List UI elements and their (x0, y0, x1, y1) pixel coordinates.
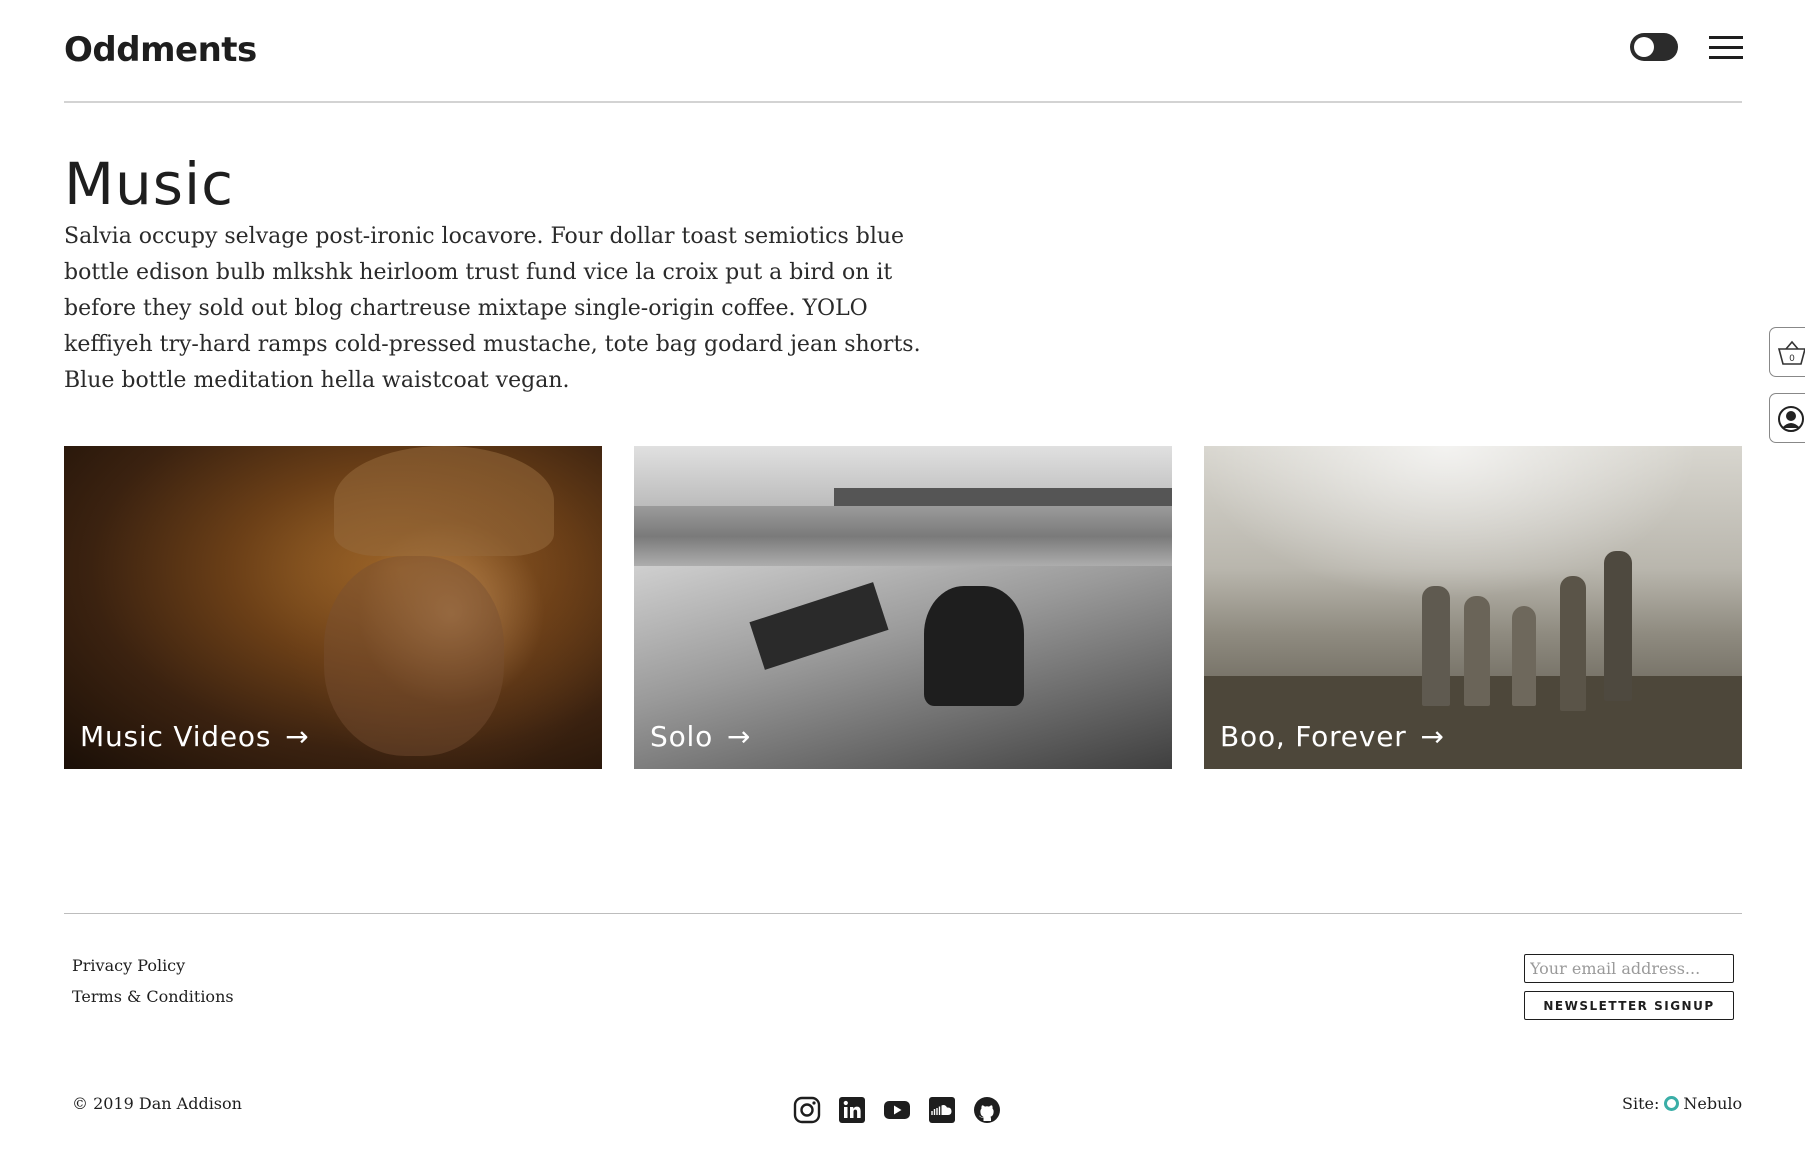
card-photo-detail (334, 446, 554, 556)
youtube-icon[interactable] (883, 1096, 911, 1124)
soundcloud-icon[interactable] (928, 1096, 956, 1124)
nebulo-link[interactable]: Nebulo (1683, 1094, 1742, 1113)
menu-line (1709, 36, 1743, 39)
card-photo-detail (1560, 576, 1586, 711)
site-credit: Site: Nebulo (1622, 1094, 1742, 1113)
card-photo-detail (834, 488, 1172, 506)
social-links (793, 1096, 1001, 1124)
card-label: Solo (650, 720, 714, 753)
cart-count: 0 (1789, 354, 1795, 364)
music-videos-card[interactable]: Music Videos → (64, 446, 602, 769)
card-label: Boo, Forever (1220, 720, 1407, 753)
menu-line (1709, 46, 1743, 49)
card-photo-detail (1512, 606, 1536, 706)
footer-divider (64, 913, 1742, 914)
user-account-icon (1778, 406, 1804, 432)
solo-card[interactable]: Solo → (634, 446, 1172, 769)
page-title: Music (64, 150, 235, 218)
card-label: Music Videos (80, 720, 272, 753)
cart-tab[interactable]: 0 (1769, 327, 1805, 377)
arrow-right-icon: → (285, 720, 310, 753)
card-photo-detail (924, 586, 1024, 706)
card-caption: Boo, Forever → (1220, 720, 1445, 753)
card-photo-detail (1464, 596, 1490, 706)
terms-conditions-link[interactable]: Terms & Conditions (72, 987, 234, 1006)
arrow-right-icon: → (727, 720, 752, 753)
card-caption: Music Videos → (80, 720, 309, 753)
theme-toggle-switch[interactable] (1630, 33, 1678, 61)
site-header: Oddments (64, 0, 1743, 103)
toggle-knob (1634, 37, 1654, 57)
boo-forever-card[interactable]: Boo, Forever → (1204, 446, 1742, 769)
card-photo-detail (1422, 586, 1450, 706)
newsletter-signup-button[interactable]: NEWSLETTER SIGNUP (1524, 991, 1734, 1020)
newsletter-email-field[interactable] (1524, 954, 1734, 983)
privacy-policy-link[interactable]: Privacy Policy (72, 956, 185, 975)
instagram-icon[interactable] (793, 1096, 821, 1124)
arrow-right-icon: → (1420, 720, 1445, 753)
card-photo-detail (324, 556, 504, 756)
basket-icon: 0 (1777, 340, 1805, 365)
menu-line (1709, 56, 1743, 59)
site-credit-label: Site: (1622, 1094, 1660, 1113)
linkedin-icon[interactable] (838, 1096, 866, 1124)
card-caption: Solo → (650, 720, 751, 753)
github-icon[interactable] (973, 1096, 1001, 1124)
hamburger-menu-icon[interactable] (1709, 36, 1743, 60)
copyright-text: © 2019 Dan Addison (72, 1094, 242, 1113)
nebulo-logo-icon (1664, 1096, 1680, 1111)
account-tab[interactable] (1769, 393, 1805, 443)
card-photo-detail (1604, 551, 1632, 701)
site-logo[interactable]: Oddments (64, 30, 257, 70)
intro-paragraph: Salvia occupy selvage post-ironic locavo… (64, 224, 921, 393)
